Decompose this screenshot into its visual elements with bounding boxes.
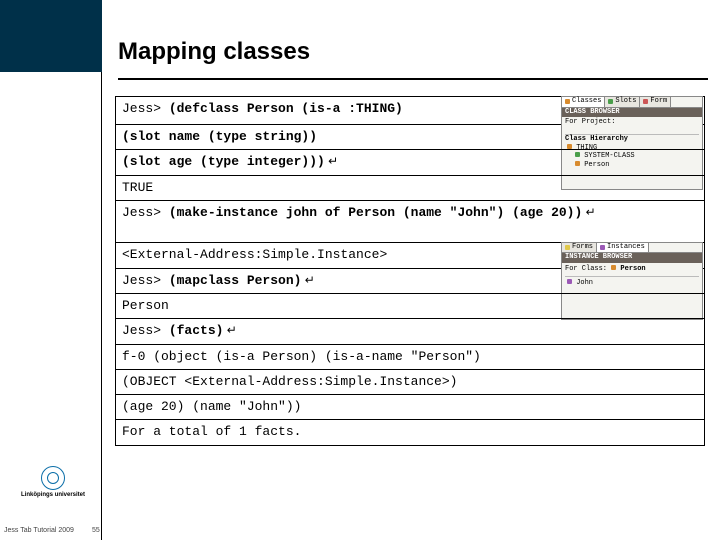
code-line-2: (slot name (type string))	[116, 125, 704, 150]
code-line-7: Jess> (mapclass Person) ↵	[116, 269, 704, 294]
prompt: Jess>	[122, 101, 169, 116]
code-box: Jess> (defclass Person (is-a :THING) Cla…	[115, 96, 705, 446]
page-number: 55	[92, 527, 100, 534]
return-symbol: ↵	[223, 323, 236, 337]
tab-icon	[565, 99, 570, 104]
code-line-3: (slot age (type integer))) ↵	[116, 150, 704, 175]
tab-classes: Classes	[562, 97, 605, 107]
footer-text: Jess Tab Tutorial 2009	[4, 527, 74, 534]
code-line-1: Jess> (defclass Person (is-a :THING) Cla…	[116, 97, 704, 125]
tab-slots: Slots	[605, 97, 640, 107]
code-line-13: For a total of 1 facts.	[116, 420, 704, 444]
browser-title: INSTANCE BROWSER	[562, 253, 702, 263]
code-text: (defclass Person (is-a :THING)	[169, 101, 403, 116]
code-line-11: (OBJECT <External-Address:Simple.Instanc…	[116, 370, 704, 395]
tab-icon	[608, 99, 613, 104]
return-symbol: ↵	[582, 205, 595, 219]
prompt: Jess>	[122, 205, 169, 220]
code-line-6: <External-Address:Simple.Instance> Forms…	[116, 243, 704, 269]
return-symbol: ↵	[301, 273, 314, 287]
browser-title: CLASS BROWSER	[562, 108, 702, 118]
left-accent-square	[0, 0, 102, 72]
return-symbol: ↵	[325, 154, 338, 168]
code-text: (facts)	[169, 323, 224, 338]
tab-forms: Form	[640, 97, 671, 107]
university-logo: Linköpings universitet	[18, 466, 88, 498]
tab-icon	[565, 245, 570, 250]
code-line-10: f-0 (object (is-a Person) (is-a-name "Pe…	[116, 345, 704, 370]
tab-icon	[643, 99, 648, 104]
prompt: Jess>	[122, 273, 169, 288]
page-title: Mapping classes	[118, 38, 310, 66]
code-line-12: (age 20) (name "John"))	[116, 395, 704, 420]
code-line-9: Jess> (facts) ↵	[116, 319, 704, 344]
tab-icon	[600, 245, 605, 250]
code-line-4: TRUE	[116, 176, 704, 201]
tab-instances: Instances	[597, 243, 649, 253]
code-line-8: Person	[116, 294, 704, 319]
code-text: (make-instance john of Person (name "Joh…	[169, 205, 582, 220]
tab-forms: Forms	[562, 243, 597, 253]
title-underline	[118, 78, 708, 80]
university-name: Linköpings universitet	[18, 492, 88, 498]
code-line-5: Jess> (make-instance john of Person (nam…	[116, 201, 704, 243]
code-text: (mapclass Person)	[169, 273, 302, 288]
prompt: Jess>	[122, 323, 169, 338]
